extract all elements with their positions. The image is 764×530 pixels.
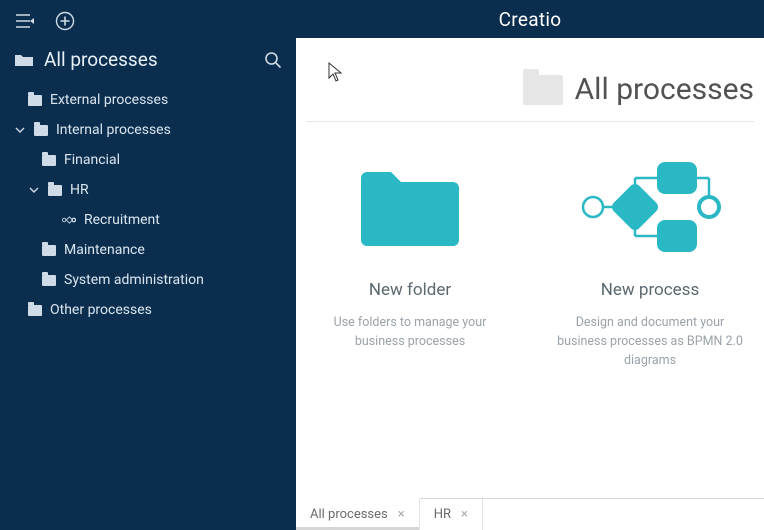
process-graphic-icon (575, 152, 725, 262)
tab-hr[interactable]: HR × (420, 499, 483, 530)
close-icon[interactable]: × (461, 507, 468, 522)
folder-icon (42, 155, 56, 166)
tab-label: HR (434, 507, 451, 522)
folder-icon (42, 245, 56, 256)
folder-icon (34, 125, 48, 136)
sidebar-item-hr[interactable]: HR (0, 175, 296, 205)
sidebar-title: All processes (44, 48, 158, 71)
sidebar-item-label: System administration (64, 272, 204, 288)
folder-icon (28, 305, 42, 316)
page-title: All processes (575, 72, 754, 107)
sidebar-item-label: Other processes (50, 302, 152, 318)
sidebar: All processes External processes Interna… (0, 0, 296, 530)
sidebar-item-label: Internal processes (56, 122, 171, 138)
chevron-down-icon (14, 125, 26, 135)
sidebar-item-financial[interactable]: Financial (0, 145, 296, 175)
process-icon (62, 213, 76, 227)
sidebar-item-recruitment[interactable]: Recruitment (0, 205, 296, 235)
sidebar-item-other-processes[interactable]: Other processes (0, 295, 296, 325)
collapse-sidebar-icon[interactable] (14, 10, 36, 32)
main-panel: Creatio All processes New folder Use fol… (296, 0, 764, 530)
brand-logo: Creatio (499, 8, 562, 31)
folder-icon (48, 185, 62, 196)
tab-label: All processes (310, 507, 388, 522)
folder-graphic-icon (355, 152, 465, 262)
card-title: New folder (369, 280, 451, 300)
cards-row: New folder Use folders to manage your bu… (306, 152, 754, 370)
card-desc: Use folders to manage your business proc… (310, 314, 510, 352)
sidebar-item-label: Recruitment (84, 212, 160, 228)
sidebar-item-system-administration[interactable]: System administration (0, 265, 296, 295)
new-folder-card[interactable]: New folder Use folders to manage your bu… (310, 152, 510, 370)
add-icon[interactable] (54, 10, 76, 32)
page-header: All processes (306, 66, 754, 122)
card-title: New process (601, 280, 699, 300)
chevron-down-icon (28, 185, 40, 195)
card-desc: Design and document your business proces… (550, 314, 750, 370)
content-area: All processes New folder Use folders to … (296, 38, 764, 530)
sidebar-item-maintenance[interactable]: Maintenance (0, 235, 296, 265)
folder-tree: External processes Internal processes Fi… (0, 81, 296, 325)
sidebar-item-label: Maintenance (64, 242, 145, 258)
sidebar-item-external-processes[interactable]: External processes (0, 85, 296, 115)
sidebar-item-label: External processes (50, 92, 168, 108)
close-icon[interactable]: × (398, 507, 405, 522)
brand-bar: Creatio (296, 0, 764, 38)
tabs-bar: All processes × HR × (296, 498, 764, 530)
folder-icon (523, 75, 563, 105)
new-process-card[interactable]: New process Design and document your bus… (550, 152, 750, 370)
folder-icon (14, 52, 34, 68)
sidebar-toolbar (0, 0, 296, 38)
folder-icon (28, 95, 42, 106)
folder-icon (42, 275, 56, 286)
sidebar-item-label: Financial (64, 152, 120, 168)
sidebar-item-internal-processes[interactable]: Internal processes (0, 115, 296, 145)
tab-all-processes[interactable]: All processes × (296, 499, 420, 530)
sidebar-section-header: All processes (0, 38, 296, 81)
cursor-icon (328, 62, 344, 82)
sidebar-item-label: HR (70, 182, 89, 198)
search-icon[interactable] (264, 51, 282, 69)
